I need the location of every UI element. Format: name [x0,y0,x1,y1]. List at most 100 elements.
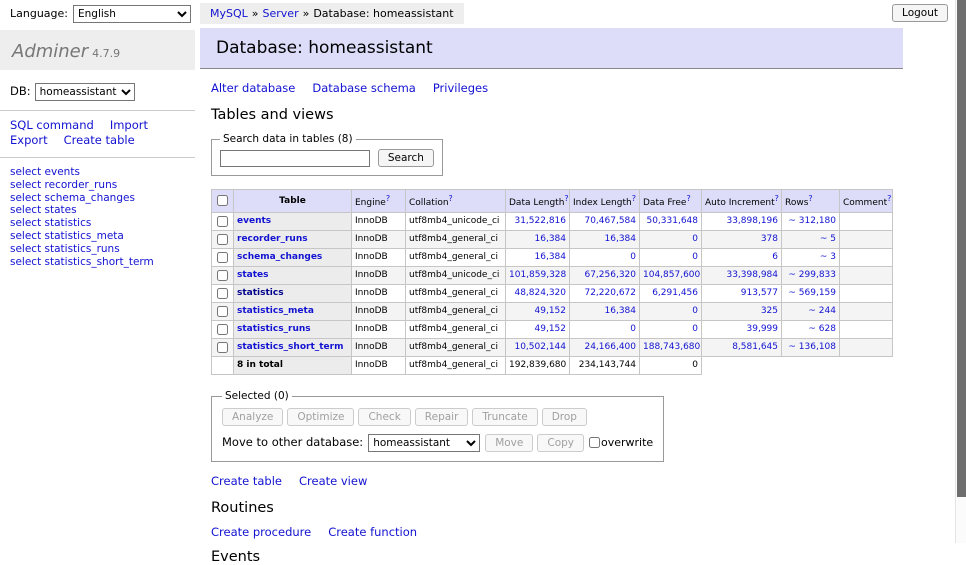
cell-index-length-link[interactable]: 16,384 [605,234,637,244]
table-select-link[interactable]: select statistics_short_term [10,256,195,269]
select-all-checkbox[interactable] [217,195,228,206]
cell-auto-increment-link[interactable]: 378 [761,234,778,244]
column-help-link[interactable]: ? [564,194,568,203]
cell-auto-increment-link[interactable]: 33,898,196 [726,216,778,226]
create-link[interactable]: Create table [211,474,282,488]
vertical-scrollbar[interactable] [955,0,966,543]
cell-index-length-link[interactable]: 24,166,400 [584,342,636,352]
cell-rows-link[interactable]: ~ 244 [808,306,836,316]
cell-index-length-link[interactable]: 70,467,584 [584,216,636,226]
cell-data-free-link[interactable]: 188,743,680 [643,342,700,352]
table-name-link[interactable]: statistics_runs [237,324,311,334]
cell-data-free-link[interactable]: 0 [692,306,698,316]
cell-auto-increment-link[interactable]: 913,577 [741,288,778,298]
cell-data-length-link[interactable]: 31,522,816 [514,216,566,226]
cell-data-free-link[interactable]: 6,291,456 [652,288,698,298]
row-checkbox[interactable] [217,342,228,353]
cell-data-free-link[interactable]: 50,331,648 [646,216,698,226]
cell-data-free-link[interactable]: 0 [692,324,698,334]
cell-data-free-link[interactable]: 104,857,600 [643,270,700,280]
cell-rows-link[interactable]: ~ 569,159 [788,288,836,298]
cell-data-length-link[interactable]: 10,502,144 [514,342,566,352]
row-checkbox[interactable] [217,252,228,263]
breadcrumb-link[interactable]: MySQL [210,7,248,20]
copy-button[interactable]: Copy [537,434,584,452]
cell-auto-increment-link[interactable]: 325 [761,306,778,316]
cell-auto-increment-link[interactable]: 33,398,984 [726,270,778,280]
routine-link[interactable]: Create function [328,525,417,539]
sidebar-action-link[interactable]: Import [110,118,148,132]
truncate-button[interactable]: Truncate [472,408,537,426]
analyze-button[interactable]: Analyze [222,408,283,426]
search-input[interactable] [220,150,370,167]
move-db-select[interactable]: homeassistant [368,434,480,452]
routine-link[interactable]: Create procedure [211,525,311,539]
row-checkbox[interactable] [217,324,228,335]
table-select-link[interactable]: select schema_changes [10,192,195,205]
breadcrumb-link[interactable]: Server [263,7,299,20]
table-select-link[interactable]: select recorder_runs [10,179,195,192]
drop-button[interactable]: Drop [542,408,587,426]
cell-data-length-link[interactable]: 101,859,328 [509,270,566,280]
table-name-link[interactable]: schema_changes [237,252,322,262]
cell-auto-increment-link[interactable]: 8,581,645 [732,342,778,352]
overwrite-checkbox[interactable] [589,437,600,448]
cell-index-length-link[interactable]: 16,384 [605,306,637,316]
cell-data-length-link[interactable]: 48,824,320 [514,288,566,298]
cell-data-length-link[interactable]: 16,384 [535,252,567,262]
column-help-link[interactable]: ? [386,194,390,203]
row-checkbox[interactable] [217,288,228,299]
cell-index-length-link[interactable]: 0 [630,252,636,262]
database-action-link[interactable]: Privileges [433,81,488,95]
move-button[interactable]: Move [485,434,533,452]
table-select-link[interactable]: select statistics_runs [10,243,195,256]
cell-rows-link[interactable]: ~ 136,108 [788,342,836,352]
table-name-link[interactable]: recorder_runs [237,234,308,244]
cell-rows-link[interactable]: ~ 299,833 [788,270,836,280]
cell-rows-link[interactable]: ~ 3 [820,252,836,262]
sidebar-action-link[interactable]: Create table [64,133,135,147]
table-name-link[interactable]: events [237,216,271,226]
table-name-link[interactable]: states [237,270,269,280]
cell-rows-link[interactable]: ~ 312,180 [788,216,836,226]
cell-data-length-link[interactable]: 49,152 [535,324,567,334]
column-help-link[interactable]: ? [632,194,636,203]
table-name-link[interactable]: statistics_short_term [237,342,343,352]
cell-data-free-link[interactable]: 0 [692,252,698,262]
db-select[interactable]: homeassistant [35,83,135,101]
cell-index-length-link[interactable]: 67,256,320 [584,270,636,280]
create-link[interactable]: Create view [299,474,367,488]
row-checkbox[interactable] [217,234,228,245]
column-help-link[interactable]: ? [887,194,891,203]
scrollbar-thumb[interactable] [957,0,966,497]
table-name-link[interactable]: statistics_meta [237,306,314,316]
table-select-link[interactable]: select statistics_meta [10,230,195,243]
table-select-link[interactable]: select events [10,166,195,179]
column-help-link[interactable]: ? [449,194,453,203]
table-select-link[interactable]: select statistics [10,217,195,230]
database-action-link[interactable]: Database schema [312,81,415,95]
table-select-link[interactable]: select states [10,204,195,217]
row-checkbox[interactable] [217,216,228,227]
search-button[interactable]: Search [378,149,434,167]
cell-data-length-link[interactable]: 49,152 [535,306,567,316]
cell-auto-increment-link[interactable]: 6 [772,252,778,262]
column-help-link[interactable]: ? [808,194,812,203]
repair-button[interactable]: Repair [415,408,469,426]
optimize-button[interactable]: Optimize [287,408,354,426]
cell-rows-link[interactable]: ~ 5 [820,234,836,244]
column-help-link[interactable]: ? [775,194,779,203]
cell-rows-link[interactable]: ~ 628 [808,324,836,334]
cell-auto-increment-link[interactable]: 39,999 [747,324,779,334]
cell-index-length-link[interactable]: 72,220,672 [584,288,636,298]
check-button[interactable]: Check [358,408,410,426]
sidebar-action-link[interactable]: SQL command [10,118,94,132]
sidebar-action-link[interactable]: Export [10,133,48,147]
cell-data-length-link[interactable]: 16,384 [535,234,567,244]
column-help-link[interactable]: ? [686,194,690,203]
cell-index-length-link[interactable]: 0 [630,324,636,334]
row-checkbox[interactable] [217,306,228,317]
cell-data-free-link[interactable]: 0 [692,234,698,244]
table-name-link[interactable]: statistics [237,288,284,298]
logout-button[interactable]: Logout [892,4,948,22]
